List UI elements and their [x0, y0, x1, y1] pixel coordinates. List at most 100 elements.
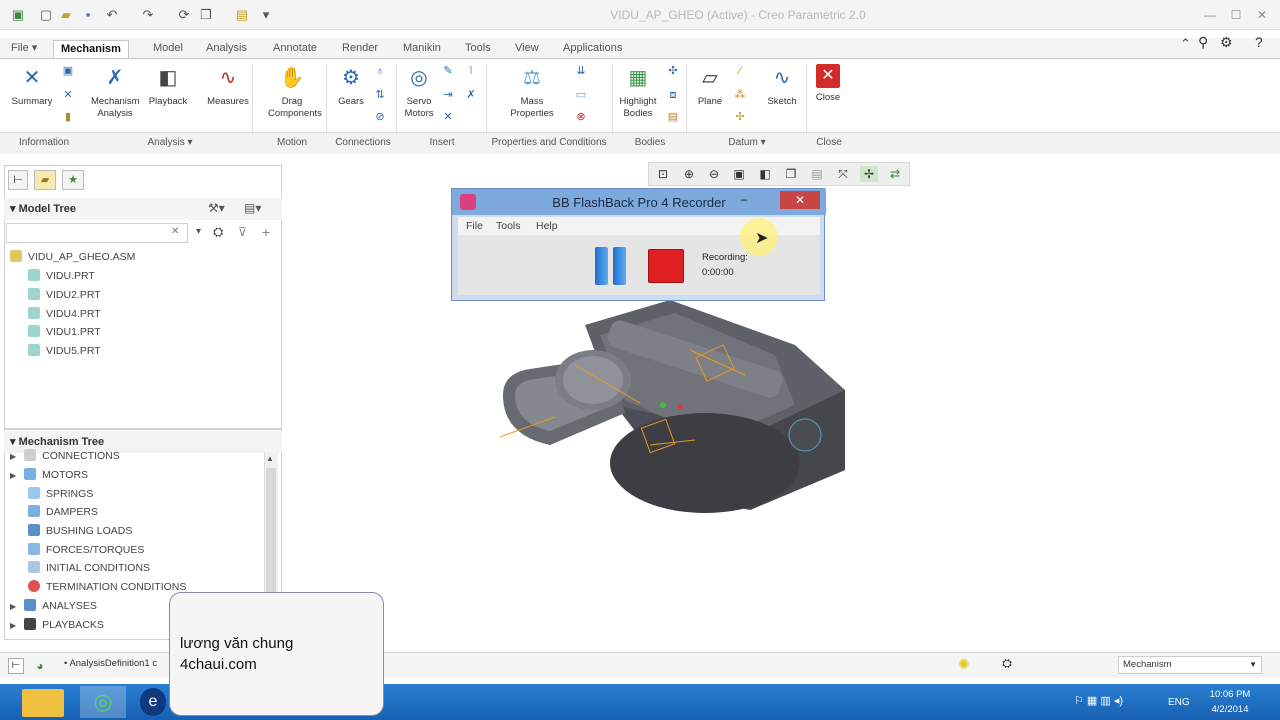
selection-filter-icon[interactable]: ✺	[958, 656, 970, 673]
scrollbar-thumb[interactable]	[266, 468, 276, 608]
file-explorer-icon[interactable]	[22, 689, 64, 717]
display-style-icon[interactable]: ◧	[756, 166, 774, 182]
mass-properties-button[interactable]: ⚖ Mass Properties	[508, 64, 556, 120]
settings-icon[interactable]: ⚙	[1220, 34, 1233, 51]
tray-icons[interactable]: ⚐ ▦ ▥ ◂)	[1074, 694, 1123, 707]
force-motor-icon[interactable]: ✎	[441, 64, 455, 78]
creo-taskbar-icon[interactable]: ◎	[80, 686, 126, 718]
tab-analysis[interactable]: Analysis	[199, 40, 254, 58]
favorites-icon[interactable]: ★	[62, 170, 84, 190]
gravity-icon[interactable]: ⇊	[574, 64, 588, 78]
filter-dropdown[interactable]: Mechanism ▼	[1118, 656, 1262, 674]
slot-icon[interactable]: ✕	[61, 88, 75, 102]
repaint-icon[interactable]: ▣	[730, 166, 748, 182]
model-tree-search-input[interactable]	[6, 223, 188, 243]
tab-render[interactable]: Render	[335, 40, 385, 58]
group-analysis[interactable]: Analysis ▾	[88, 137, 252, 148]
add-column-icon[interactable]: +	[262, 224, 270, 240]
search-icon[interactable]: ⚲	[1198, 34, 1208, 51]
close-mechanism-button[interactable]: ✕ Close	[804, 64, 852, 104]
recorder-maximize-button[interactable]: ▫	[758, 192, 778, 210]
find-binoculars-icon[interactable]: ⛭	[996, 656, 1018, 674]
joint-icon[interactable]: ▮	[61, 110, 75, 124]
drag-components-button[interactable]: ✋ Drag Components	[268, 64, 322, 120]
tree-settings-icon[interactable]: ⚒▾	[208, 201, 225, 215]
point-icon[interactable]: ⁂	[733, 88, 747, 102]
damper-icon[interactable]: ⇅	[373, 88, 387, 102]
model-tree-header[interactable]: ▾ Model Tree	[4, 198, 282, 220]
maximize-button[interactable]: ☐	[1226, 6, 1246, 24]
cam-icon[interactable]: ▣	[61, 64, 75, 78]
find-icon[interactable]: ⛭	[213, 224, 223, 240]
gears-button[interactable]: ⚙ Gears	[327, 64, 375, 108]
refit-icon[interactable]: ⊡	[654, 166, 672, 182]
tab-applications[interactable]: Applications	[556, 40, 629, 58]
pause-button[interactable]	[595, 247, 627, 285]
mech-tree-connections[interactable]: ▶ CONNECTIONS	[10, 447, 120, 465]
zoom-out-icon[interactable]: ⊖	[705, 166, 723, 182]
body-icon[interactable]: ▤	[666, 110, 680, 124]
tab-annotate[interactable]: Annotate	[266, 40, 324, 58]
saved-orientations-icon[interactable]: ❐	[782, 166, 800, 182]
toggle-navigator-icon[interactable]: ⊢	[8, 658, 24, 674]
recorder-close-button[interactable]: ✕	[780, 191, 820, 209]
group-close[interactable]: Close	[806, 137, 852, 148]
body-def-icon[interactable]: ✣	[666, 64, 680, 78]
group-information[interactable]: Information	[0, 137, 88, 148]
mech-tree-initial-conditions[interactable]: INITIAL CONDITIONS	[28, 559, 150, 577]
tree-item-assembly[interactable]: VIDU_AP_GHEO.ASM	[10, 248, 135, 266]
tree-item-part[interactable]: VIDU.PRT	[28, 267, 95, 285]
group-datum[interactable]: Datum ▾	[688, 137, 806, 148]
torque-icon[interactable]: ✕	[441, 110, 455, 124]
termination-icon[interactable]: ✗	[464, 88, 478, 102]
group-insert[interactable]: Insert	[398, 137, 486, 148]
mechanism-analysis-button[interactable]: ✗ Mechanism Analysis	[91, 64, 140, 120]
mech-tree-termination-conditions[interactable]: TERMINATION CONDITIONS	[28, 578, 186, 596]
plane-button[interactable]: ▱ Plane	[686, 64, 734, 108]
stop-button[interactable]	[648, 249, 684, 283]
mech-tree-springs[interactable]: SPRINGS	[28, 485, 93, 503]
mech-tree-bushing-loads[interactable]: BUSHING LOADS	[28, 522, 132, 540]
disable-icon[interactable]: ⊗	[574, 110, 588, 124]
mechanism-3d-model[interactable]	[495, 295, 855, 520]
tree-item-part[interactable]: VIDU5.PRT	[28, 342, 101, 360]
summary-button[interactable]: ✕ Summary	[8, 64, 56, 108]
spin-center-icon[interactable]: ✢	[860, 166, 878, 182]
group-connections[interactable]: Connections	[328, 137, 398, 148]
close-button[interactable]: ✕	[1252, 6, 1272, 24]
bushing-icon[interactable]: ⊘	[373, 110, 387, 124]
folder-browser-icon[interactable]: ▰	[34, 170, 56, 190]
minimize-button[interactable]: —	[1200, 6, 1220, 24]
tab-view[interactable]: View	[508, 40, 546, 58]
tab-file[interactable]: File ▾	[4, 40, 44, 58]
highlight-bodies-button[interactable]: ▦ Highlight Bodies	[614, 64, 662, 120]
tree-item-part[interactable]: VIDU1.PRT	[28, 323, 101, 341]
model-tree-tab-icon[interactable]: ⊢	[8, 170, 28, 190]
recorder-menu-file[interactable]: File	[466, 220, 483, 232]
help-icon[interactable]: ?	[1255, 34, 1263, 50]
force-icon[interactable]: ⇥	[441, 88, 455, 102]
recorder-menu-tools[interactable]: Tools	[496, 220, 521, 232]
mech-tree-analyses[interactable]: ▶ ANALYSES	[10, 597, 97, 615]
spring-icon[interactable]: ♁	[373, 64, 387, 78]
axis-icon[interactable]: ⁄	[733, 64, 747, 78]
initial-condition-icon[interactable]: ⦚	[464, 64, 478, 78]
csys-icon[interactable]: ✢	[733, 110, 747, 124]
filter-icon[interactable]: ⊽	[238, 225, 247, 239]
group-properties[interactable]: Properties and Conditions	[486, 137, 612, 148]
tab-model[interactable]: Model	[146, 40, 190, 58]
playback-button[interactable]: ◧ Playback	[144, 64, 192, 108]
clock-date[interactable]: 4/2/2014	[1200, 704, 1260, 715]
tree-item-part[interactable]: VIDU4.PRT	[28, 305, 101, 323]
servo-motors-button[interactable]: ◎ Servo Motors	[395, 64, 443, 120]
measures-button[interactable]: ∿ Measures	[204, 64, 252, 108]
sketch-button[interactable]: ∿ Sketch	[758, 64, 806, 108]
scroll-up-icon[interactable]: ▲	[266, 454, 274, 463]
browser-taskbar-icon[interactable]: e	[140, 688, 166, 716]
tab-mechanism[interactable]: Mechanism	[53, 40, 129, 58]
panel-splitter[interactable]	[4, 428, 282, 430]
tab-tools[interactable]: Tools	[458, 40, 498, 58]
search-dropdown-icon[interactable]: ▾	[196, 226, 201, 237]
view-manager-icon[interactable]: ▤	[808, 166, 826, 182]
reconnect-icon[interactable]: ⧈	[666, 88, 680, 102]
